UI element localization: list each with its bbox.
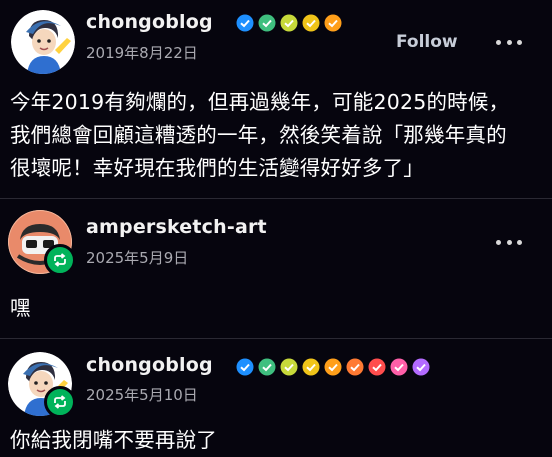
verified-badge-icon — [324, 14, 342, 32]
verified-badge-icon — [258, 14, 276, 32]
post-username[interactable]: chongoblog — [86, 11, 213, 33]
verified-badge-icon — [368, 358, 386, 376]
verified-badge-icon — [390, 358, 408, 376]
verified-badge-icon — [236, 14, 254, 32]
more-options-icon[interactable] — [496, 37, 522, 47]
verified-badge-icon — [258, 358, 276, 376]
post-text-line: 你給我閉嘴不要再說了 — [10, 428, 217, 452]
post-text-line: 今年2019有夠爛的，但再過幾年，可能2025的時候， — [10, 90, 510, 114]
reblog-icon — [44, 386, 76, 418]
verified-badge-icon — [346, 358, 364, 376]
follow-button[interactable]: Follow — [396, 32, 458, 52]
post-divider — [0, 338, 552, 339]
more-options-icon[interactable] — [496, 237, 522, 247]
post-text-line: 我們總會回顧這糟透的一年，然後笑着說「那幾年真的 — [10, 123, 507, 147]
post-body: 嘿 — [10, 292, 550, 325]
post-divider — [0, 198, 552, 199]
post-body: 你給我閉嘴不要再說了 — [10, 424, 550, 457]
post-date: 2019年8月22日 — [86, 44, 198, 62]
verified-badge-icon — [324, 358, 342, 376]
reblog-icon — [44, 244, 76, 276]
post-date: 2025年5月9日 — [86, 249, 189, 267]
post-body: 今年2019有夠爛的，但再過幾年，可能2025的時候， 我們總會回顧這糟透的一年… — [10, 86, 550, 185]
post-reblog: ampersketch-art 2025年5月9日 嘿 — [0, 200, 552, 340]
post-original: chongoblog 2019年8月22日 Follow 今年2019有夠爛的，… — [0, 0, 552, 210]
verified-badge-icon — [412, 358, 430, 376]
post-date: 2025年5月10日 — [86, 386, 198, 404]
post-reply: chongoblog 2025年5月10日 你給我閉嘴不要再說了 — [0, 340, 552, 457]
post-username[interactable]: ampersketch-art — [86, 216, 267, 238]
post-text-line: 很壞呢！幸好現在我們的生活變得好好多了」 — [10, 156, 424, 180]
post-username[interactable]: chongoblog — [86, 354, 213, 376]
badge-row — [236, 14, 342, 32]
verified-badge-icon — [280, 14, 298, 32]
badge-row — [236, 358, 430, 376]
verified-badge-icon — [236, 358, 254, 376]
verified-badge-icon — [302, 14, 320, 32]
verified-badge-icon — [302, 358, 320, 376]
avatar-chongoblog[interactable] — [11, 10, 75, 74]
post-text-line: 嘿 — [10, 296, 31, 320]
verified-badge-icon — [280, 358, 298, 376]
